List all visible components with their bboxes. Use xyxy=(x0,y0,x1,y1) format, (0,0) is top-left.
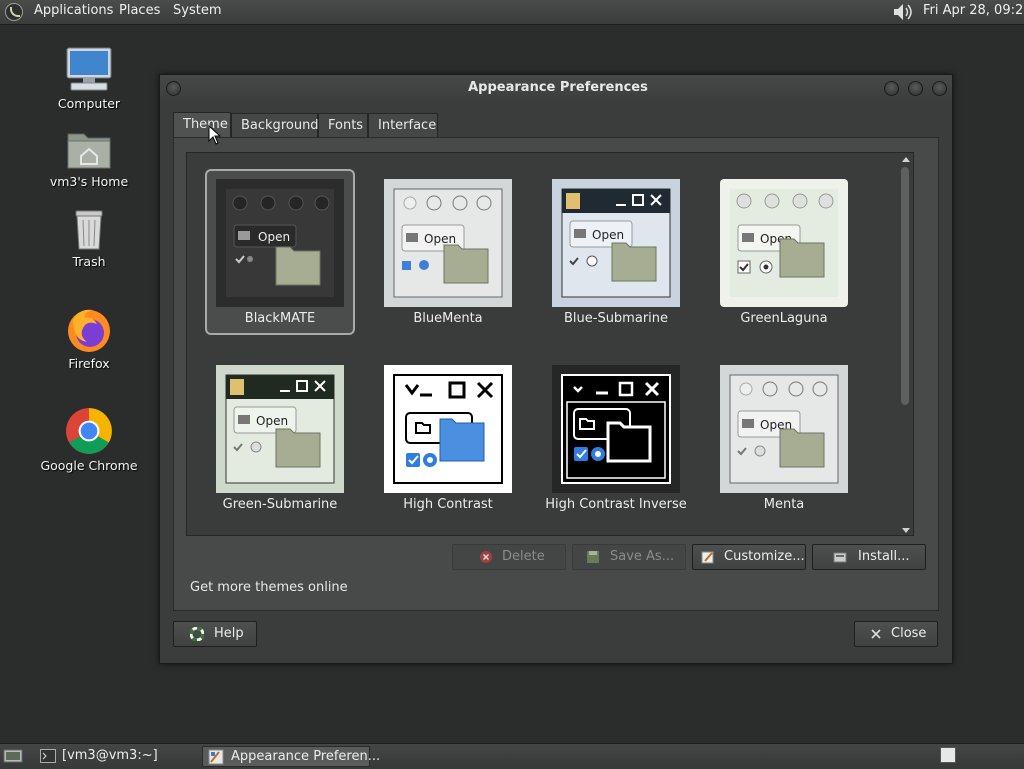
svg-text:Open: Open xyxy=(592,228,624,242)
theme-item-greenlaguna[interactable]: Open GreenLaguna xyxy=(709,169,859,335)
desktop-icon-chrome[interactable]: Google Chrome xyxy=(39,406,139,473)
theme-item-high-contrast[interactable]: High Contrast xyxy=(373,355,523,521)
scrollbar-thumb[interactable] xyxy=(901,167,909,405)
taskbar-item-terminal[interactable]: [vm3@vm3:~] xyxy=(34,746,200,767)
customize-icon xyxy=(701,551,714,564)
save-icon xyxy=(587,551,599,563)
theme-name: GreenLaguna xyxy=(740,311,828,326)
desktop-icon-home[interactable]: vm3's Home xyxy=(39,128,139,189)
theme-tab-pane: Open BlackMATE Open BlueMenta Open Blue-… xyxy=(173,137,939,611)
places-menu[interactable]: Places xyxy=(119,3,160,18)
desktop-icon-label: Trash xyxy=(72,254,106,269)
window-titlebar[interactable]: Appearance Preferences xyxy=(160,75,952,101)
scroll-down-arrow-icon[interactable] xyxy=(902,528,910,533)
tab-fonts[interactable]: Fonts xyxy=(318,113,368,137)
theme-preview: Open xyxy=(216,179,344,307)
theme-name: Green-Submarine xyxy=(222,497,338,512)
theme-item-bluementa[interactable]: Open BlueMenta xyxy=(373,169,523,335)
home-folder-icon xyxy=(67,133,111,169)
theme-item-high-contrast-inverse[interactable]: High Contrast Inverse xyxy=(541,355,691,521)
show-desktop-icon[interactable] xyxy=(3,748,23,764)
svg-text:Open: Open xyxy=(256,414,288,428)
desktop-icon-trash[interactable]: Trash xyxy=(39,208,139,269)
trash-icon xyxy=(75,210,103,250)
bottom-panel: [vm3@vm3:~] Appearance Preferen... xyxy=(0,743,1024,769)
desktop-icon-label: vm3's Home xyxy=(49,174,129,189)
computer-icon xyxy=(66,47,112,91)
maximize-button[interactable] xyxy=(908,81,923,96)
theme-name: High Contrast xyxy=(403,497,493,512)
system-menu[interactable]: System xyxy=(173,3,221,18)
desktop-icon-firefox[interactable]: Firefox xyxy=(39,306,139,371)
terminal-icon xyxy=(40,749,56,763)
applications-menu[interactable]: Applications xyxy=(34,3,113,18)
svg-text:Open: Open xyxy=(424,232,456,246)
theme-preview: Open xyxy=(552,179,680,307)
minimize-button[interactable] xyxy=(884,81,899,96)
tab-interface[interactable]: Interface xyxy=(368,113,438,137)
theme-preview xyxy=(384,365,512,493)
customize-button[interactable]: Customize... xyxy=(692,544,806,570)
theme-list[interactable]: Open BlackMATE Open BlueMenta Open Blue-… xyxy=(186,152,914,536)
tab-theme[interactable]: Theme xyxy=(173,112,231,138)
get-more-themes-link[interactable]: Get more themes online xyxy=(190,580,348,595)
scroll-up-arrow-icon[interactable] xyxy=(902,157,910,162)
delete-icon xyxy=(480,551,492,563)
close-button[interactable]: Close xyxy=(854,621,938,647)
desktop-icon-label: Computer xyxy=(57,96,121,111)
theme-name: Blue-Submarine xyxy=(563,311,669,326)
top-panel: Applications Places System Fri Apr 28, 0… xyxy=(0,0,1024,25)
appearance-app-icon xyxy=(208,749,224,765)
close-window-button[interactable] xyxy=(932,81,947,96)
theme-preview: Open xyxy=(216,365,344,493)
install-button[interactable]: Install... xyxy=(812,544,926,570)
taskbar-item-appearance[interactable]: Appearance Preferen... xyxy=(202,746,380,767)
theme-item-blackmate[interactable]: Open BlackMATE xyxy=(205,169,355,335)
desktop-icon-label: Google Chrome xyxy=(40,458,138,473)
tab-background[interactable]: Background xyxy=(231,113,319,137)
save-as-button[interactable]: Save As... xyxy=(572,544,686,570)
theme-list-scrollbar[interactable] xyxy=(899,155,911,535)
desktop-icon-computer[interactable]: Computer xyxy=(39,46,139,111)
theme-preview: Open xyxy=(720,179,848,307)
theme-item-green-submarine[interactable]: Open Green-Submarine xyxy=(205,355,355,521)
theme-item-blue-submarine[interactable]: Open Blue-Submarine xyxy=(541,169,691,335)
volume-icon[interactable] xyxy=(892,2,914,22)
desktop-icon-label: Firefox xyxy=(68,356,110,371)
theme-name: High Contrast Inverse xyxy=(545,497,687,512)
theme-item-menta[interactable]: Open Menta xyxy=(709,355,859,521)
theme-preview: Open xyxy=(384,179,512,307)
firefox-icon xyxy=(68,309,110,352)
help-button[interactable]: Help xyxy=(173,621,257,647)
theme-name: BlackMATE xyxy=(244,311,316,326)
window-title: Appearance Preferences xyxy=(468,80,648,95)
delete-button[interactable]: Delete xyxy=(452,544,566,570)
help-lifebuoy-icon xyxy=(190,627,204,641)
mouse-cursor-icon xyxy=(208,125,222,145)
theme-preview: Open xyxy=(720,365,848,493)
appearance-preferences-window: Appearance Preferences Theme Background … xyxy=(159,74,953,664)
install-icon xyxy=(833,552,847,563)
chrome-icon xyxy=(66,408,112,454)
workspace-switcher[interactable] xyxy=(940,747,956,763)
theme-preview xyxy=(552,365,680,493)
theme-name: Menta xyxy=(763,497,805,512)
mate-logo-icon[interactable] xyxy=(5,3,23,21)
close-icon xyxy=(871,629,881,639)
clock[interactable]: Fri Apr 28, 09:23 xyxy=(923,3,1024,18)
svg-text:Open: Open xyxy=(258,230,290,244)
theme-name: BlueMenta xyxy=(413,311,483,326)
